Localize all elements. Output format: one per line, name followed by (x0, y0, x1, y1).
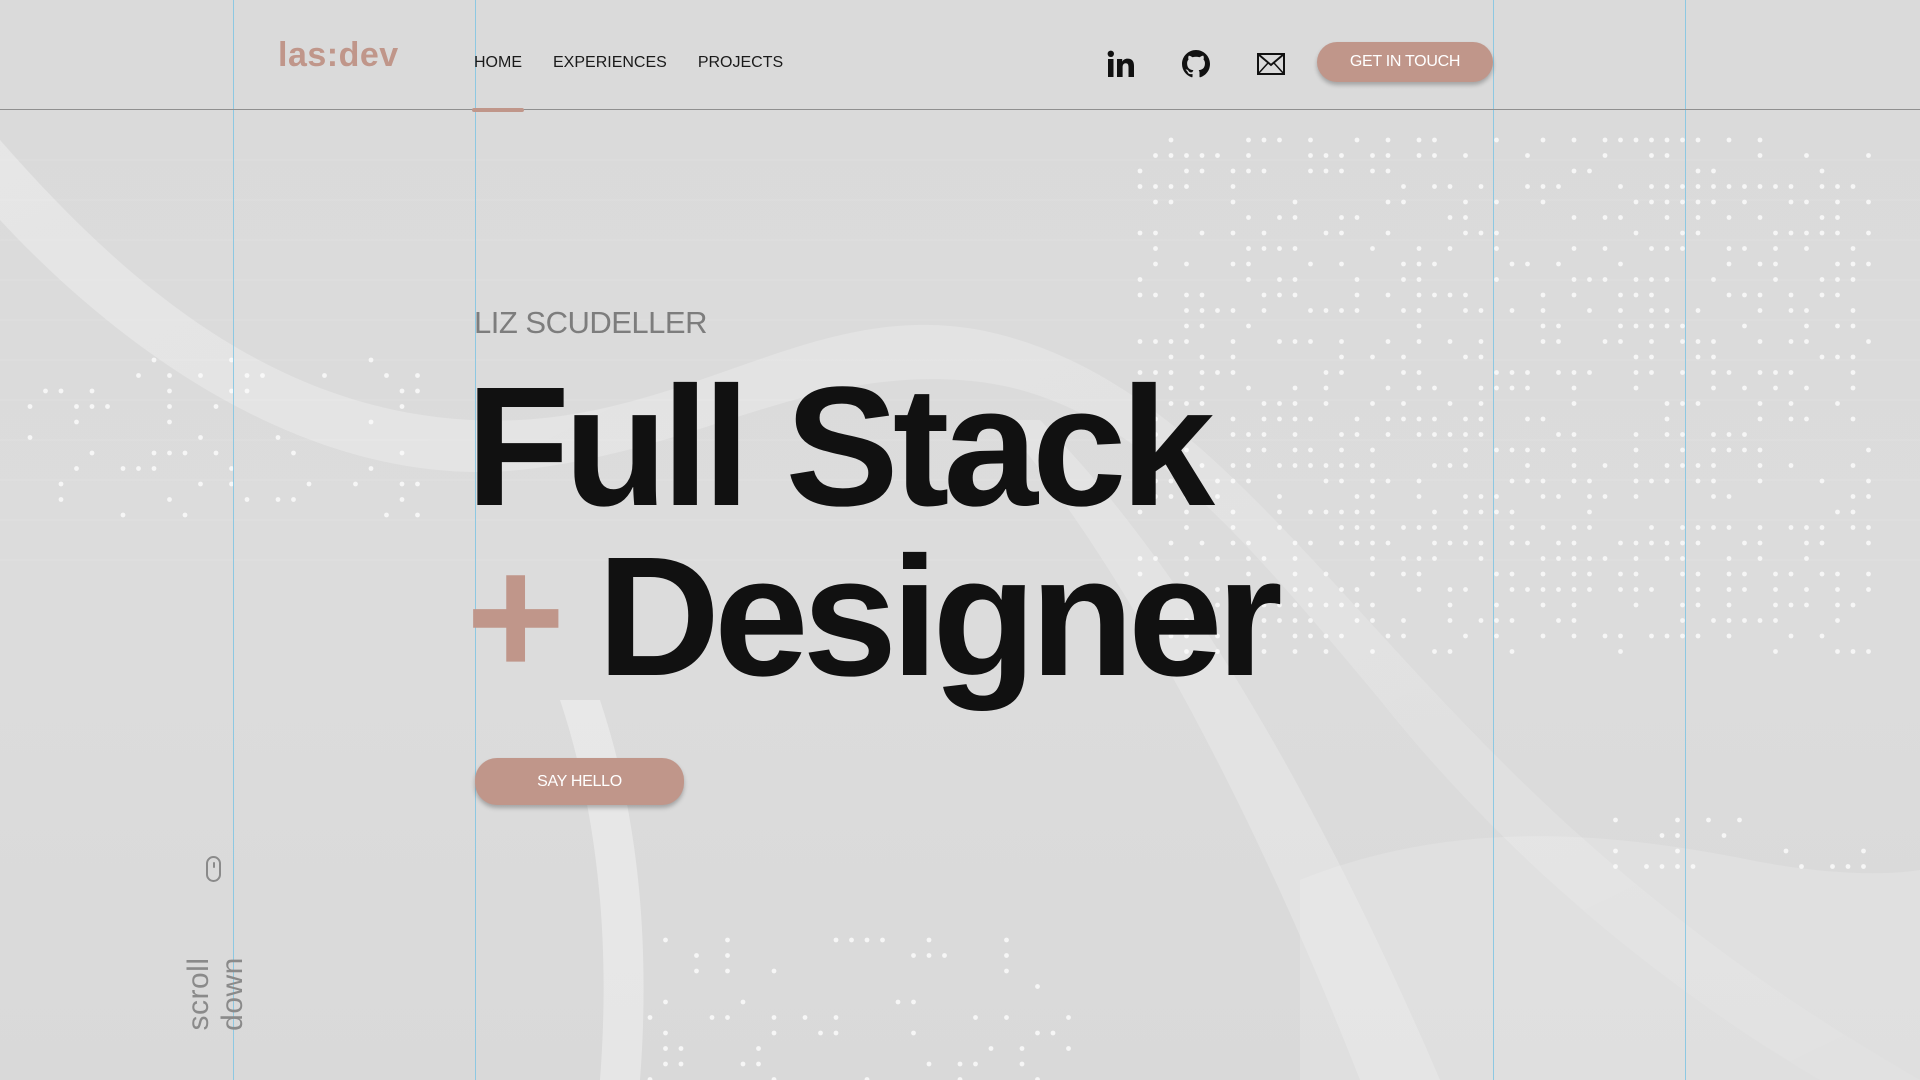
guide-line (1493, 0, 1494, 1080)
main-nav: HOME EXPERIENCES PROJECTS (472, 54, 814, 112)
nav-item-home[interactable]: HOME (472, 54, 524, 112)
scroll-down-label: scroll down (182, 957, 249, 1031)
plus-sign: + (466, 522, 565, 712)
linkedin-icon[interactable] (1101, 44, 1141, 84)
nav-item-projects[interactable]: PROJECTS (698, 54, 783, 72)
scroll-indicator[interactable]: scroll down (182, 850, 249, 1060)
nav-item-experiences[interactable]: EXPERIENCES (553, 54, 667, 72)
mouse-icon (206, 856, 221, 882)
get-in-touch-button[interactable]: GET IN TOUCH (1317, 42, 1493, 82)
header-divider (0, 109, 1920, 110)
say-hello-button[interactable]: SAY HELLO (475, 758, 684, 805)
hero-title-line-1: Full Stack (466, 352, 1215, 542)
github-icon[interactable] (1176, 44, 1216, 84)
hero-title-line-2: + Designer (466, 532, 1283, 702)
logo[interactable]: las:dev (278, 36, 399, 75)
hero-name: LIZ SCUDELLER (474, 305, 707, 340)
page: las:dev HOME EXPERIENCES PROJECTS GET IN… (0, 0, 1920, 1080)
hero-title-designer: Designer (597, 522, 1282, 712)
mail-icon[interactable] (1251, 44, 1291, 84)
guide-line (1685, 0, 1686, 1080)
